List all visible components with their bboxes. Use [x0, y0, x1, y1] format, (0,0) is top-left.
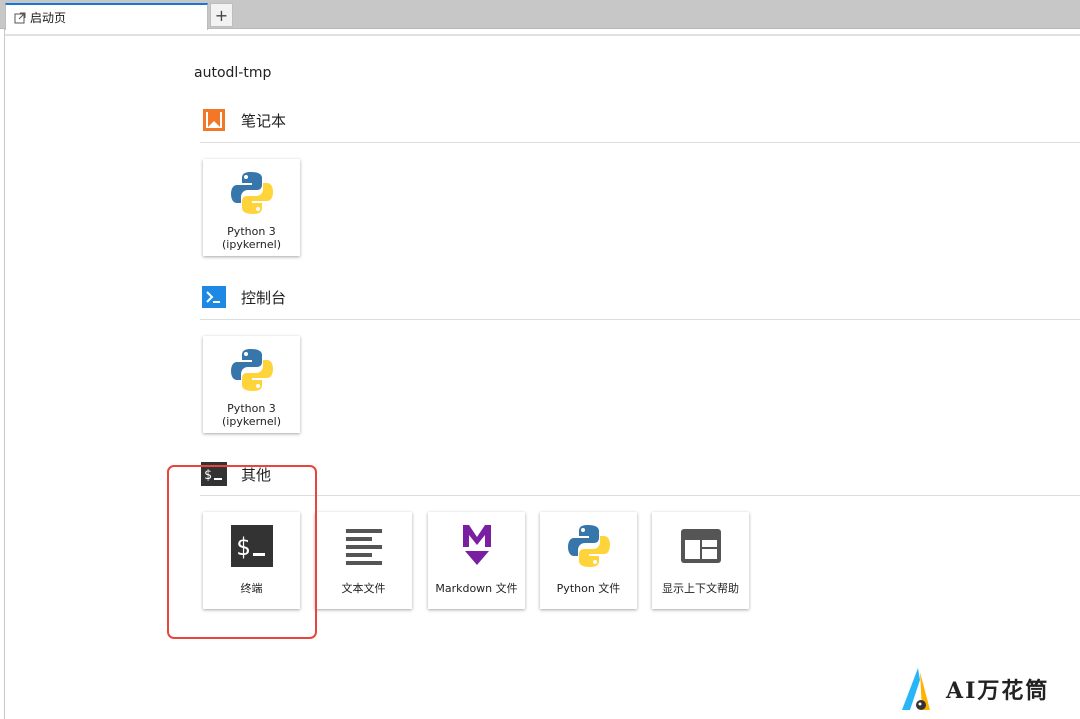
- card-label: Python 3 (ipykernel): [221, 225, 281, 251]
- section-console: 控制台: [201, 285, 286, 309]
- context-help-card[interactable]: 显示上下文帮助: [652, 512, 749, 609]
- python-icon: [226, 344, 278, 396]
- card-label: Python 文件: [556, 582, 621, 595]
- markdown-file-card[interactable]: Markdown 文件: [428, 512, 525, 609]
- text-file-card[interactable]: 文本文件: [315, 512, 412, 609]
- tab-launcher[interactable]: 启动页: [5, 3, 208, 30]
- card-label: 显示上下文帮助: [662, 582, 739, 595]
- notebook-icon: [201, 108, 227, 132]
- terminal-highlight-box: [167, 465, 317, 639]
- card-label: Python 3 (ipykernel): [221, 402, 281, 428]
- section-notebook: 笔记本: [201, 108, 286, 132]
- top-divider: [5, 34, 1080, 36]
- launcher-icon: [14, 12, 26, 24]
- section-title: 笔记本: [241, 111, 287, 130]
- section-divider: [200, 319, 1080, 320]
- tab-label: 启动页: [30, 11, 67, 25]
- context-help-icon: [675, 520, 727, 572]
- python-icon: [226, 167, 278, 219]
- section-title: 控制台: [241, 288, 287, 307]
- watermark: AI万花筒: [900, 666, 1049, 712]
- text-file-icon: [338, 520, 390, 572]
- watermark-text: AI万花筒: [946, 678, 1050, 704]
- notebook-python3-card[interactable]: Python 3 (ipykernel): [203, 159, 300, 256]
- markdown-icon: [451, 520, 503, 572]
- python-file-card[interactable]: Python 文件: [540, 512, 637, 609]
- card-label: 文本文件: [341, 582, 386, 595]
- current-directory: autodl-tmp: [194, 65, 272, 81]
- console-python3-card[interactable]: Python 3 (ipykernel): [203, 336, 300, 433]
- watermark-logo-icon: [902, 668, 930, 710]
- section-divider: [200, 495, 1080, 496]
- add-tab-button[interactable]: +: [210, 3, 233, 27]
- python-icon: [563, 520, 615, 572]
- console-icon: [201, 285, 227, 309]
- left-divider: [4, 29, 5, 719]
- tab-bar: 启动页 +: [0, 0, 1080, 30]
- section-divider: [200, 142, 1080, 143]
- card-label: Markdown 文件: [435, 582, 518, 595]
